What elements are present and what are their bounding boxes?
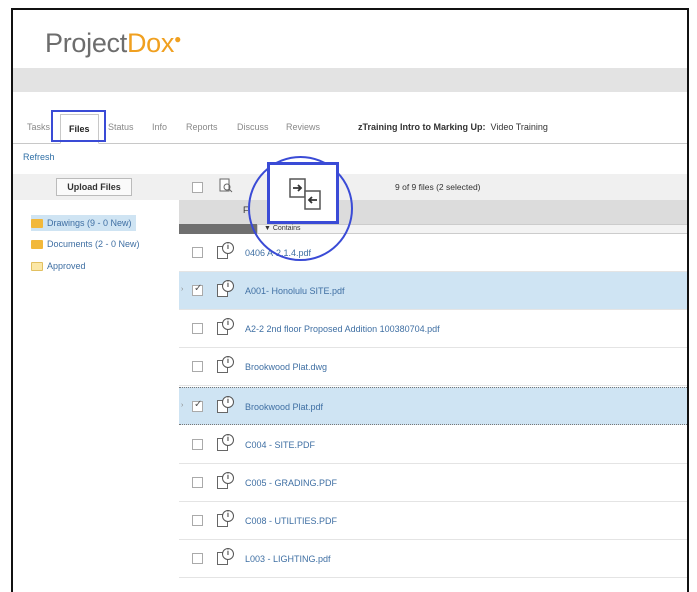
table-row[interactable]: i C004 - SITE.PDF xyxy=(179,426,687,464)
file-info-icon[interactable]: i xyxy=(217,356,235,374)
folder-approved[interactable]: Approved xyxy=(31,258,86,274)
file-name-link[interactable]: C004 - SITE.PDF xyxy=(245,440,315,450)
folder-drawings[interactable]: Drawings (9 - 0 New) xyxy=(31,215,136,231)
file-info-icon[interactable]: i xyxy=(217,548,235,566)
tab-info[interactable]: Info xyxy=(152,122,167,132)
file-info-icon[interactable]: i xyxy=(217,280,235,298)
table-row[interactable]: › i A001- Honolulu SITE.pdf xyxy=(179,272,687,310)
header-band xyxy=(13,68,687,92)
file-name-link[interactable]: C005 - GRADING.PDF xyxy=(245,478,337,488)
file-info-icon[interactable]: i xyxy=(217,510,235,528)
file-info-icon[interactable]: i xyxy=(217,318,235,336)
file-info-icon[interactable]: i xyxy=(217,396,235,414)
refresh-link[interactable]: Refresh xyxy=(23,152,55,162)
upload-files-button[interactable]: Upload Files xyxy=(56,178,132,196)
row-checkbox[interactable] xyxy=(192,553,203,564)
row-checkbox[interactable] xyxy=(192,323,203,334)
folder-icon xyxy=(31,239,43,249)
file-info-icon[interactable]: i xyxy=(217,472,235,490)
row-checkbox[interactable] xyxy=(192,247,203,258)
column-divider xyxy=(179,224,257,234)
row-pointer-icon: › xyxy=(181,286,184,293)
tab-status[interactable]: Status xyxy=(108,122,134,132)
file-info-icon[interactable]: i xyxy=(217,434,235,452)
compare-files-icon xyxy=(289,178,321,210)
tab-bar: Tasks Files Status Info Reports Discuss … xyxy=(13,114,687,144)
file-name-link[interactable]: C008 - UTILITIES.PDF xyxy=(245,516,337,526)
file-name-link[interactable]: L003 - LIGHTING.pdf xyxy=(245,554,331,564)
table-row[interactable]: i C005 - GRADING.PDF xyxy=(179,464,687,502)
compare-files-button[interactable] xyxy=(267,162,339,224)
file-name-link[interactable]: A2-2 2nd floor Proposed Addition 1003807… xyxy=(245,324,440,334)
row-checkbox[interactable] xyxy=(192,439,203,450)
file-count-text: 9 of 9 files (2 selected) xyxy=(395,182,481,192)
file-name-link[interactable]: Brookwood Plat.dwg xyxy=(245,362,327,372)
row-checkbox[interactable] xyxy=(192,515,203,526)
tab-reviews[interactable]: Reviews xyxy=(286,122,320,132)
upload-area: Upload Files xyxy=(13,174,179,200)
table-row[interactable]: i A2-2 2nd floor Proposed Addition 10038… xyxy=(179,310,687,348)
projectdox-logo: ProjectDox● xyxy=(45,28,182,58)
folder-open-icon xyxy=(31,261,43,271)
table-row[interactable]: i C008 - UTILITIES.PDF xyxy=(179,502,687,540)
file-name-link[interactable]: A001- Honolulu SITE.pdf xyxy=(245,286,345,296)
folder-icon xyxy=(31,218,43,228)
table-row[interactable]: › i Brookwood Plat.pdf xyxy=(179,387,687,425)
project-title: zTraining Intro to Marking Up: Video Tra… xyxy=(358,122,548,132)
table-row[interactable]: i L003 - LIGHTING.pdf xyxy=(179,540,687,578)
tab-reports[interactable]: Reports xyxy=(186,122,218,132)
files-tab-highlight xyxy=(51,110,106,142)
tab-tasks[interactable]: Tasks xyxy=(27,122,50,132)
row-checkbox[interactable] xyxy=(192,283,203,296)
table-row[interactable]: i 0406 A-2.1.4.pdf xyxy=(179,234,687,272)
table-row[interactable]: i Brookwood Plat.dwg xyxy=(179,348,687,386)
view-file-icon[interactable] xyxy=(219,178,233,197)
file-name-link[interactable]: Brookwood Plat.pdf xyxy=(245,402,323,412)
file-info-icon[interactable]: i xyxy=(217,242,235,260)
row-checkbox[interactable] xyxy=(192,477,203,488)
row-pointer-icon: › xyxy=(181,402,184,409)
app-frame: ProjectDox● Tasks Files Status Info Repo… xyxy=(11,8,689,592)
select-all-checkbox[interactable] xyxy=(192,182,203,193)
folder-documents[interactable]: Documents (2 - 0 New) xyxy=(31,236,140,252)
row-checkbox[interactable] xyxy=(192,361,203,372)
tab-discuss[interactable]: Discuss xyxy=(237,122,269,132)
row-checkbox[interactable] xyxy=(192,399,203,412)
